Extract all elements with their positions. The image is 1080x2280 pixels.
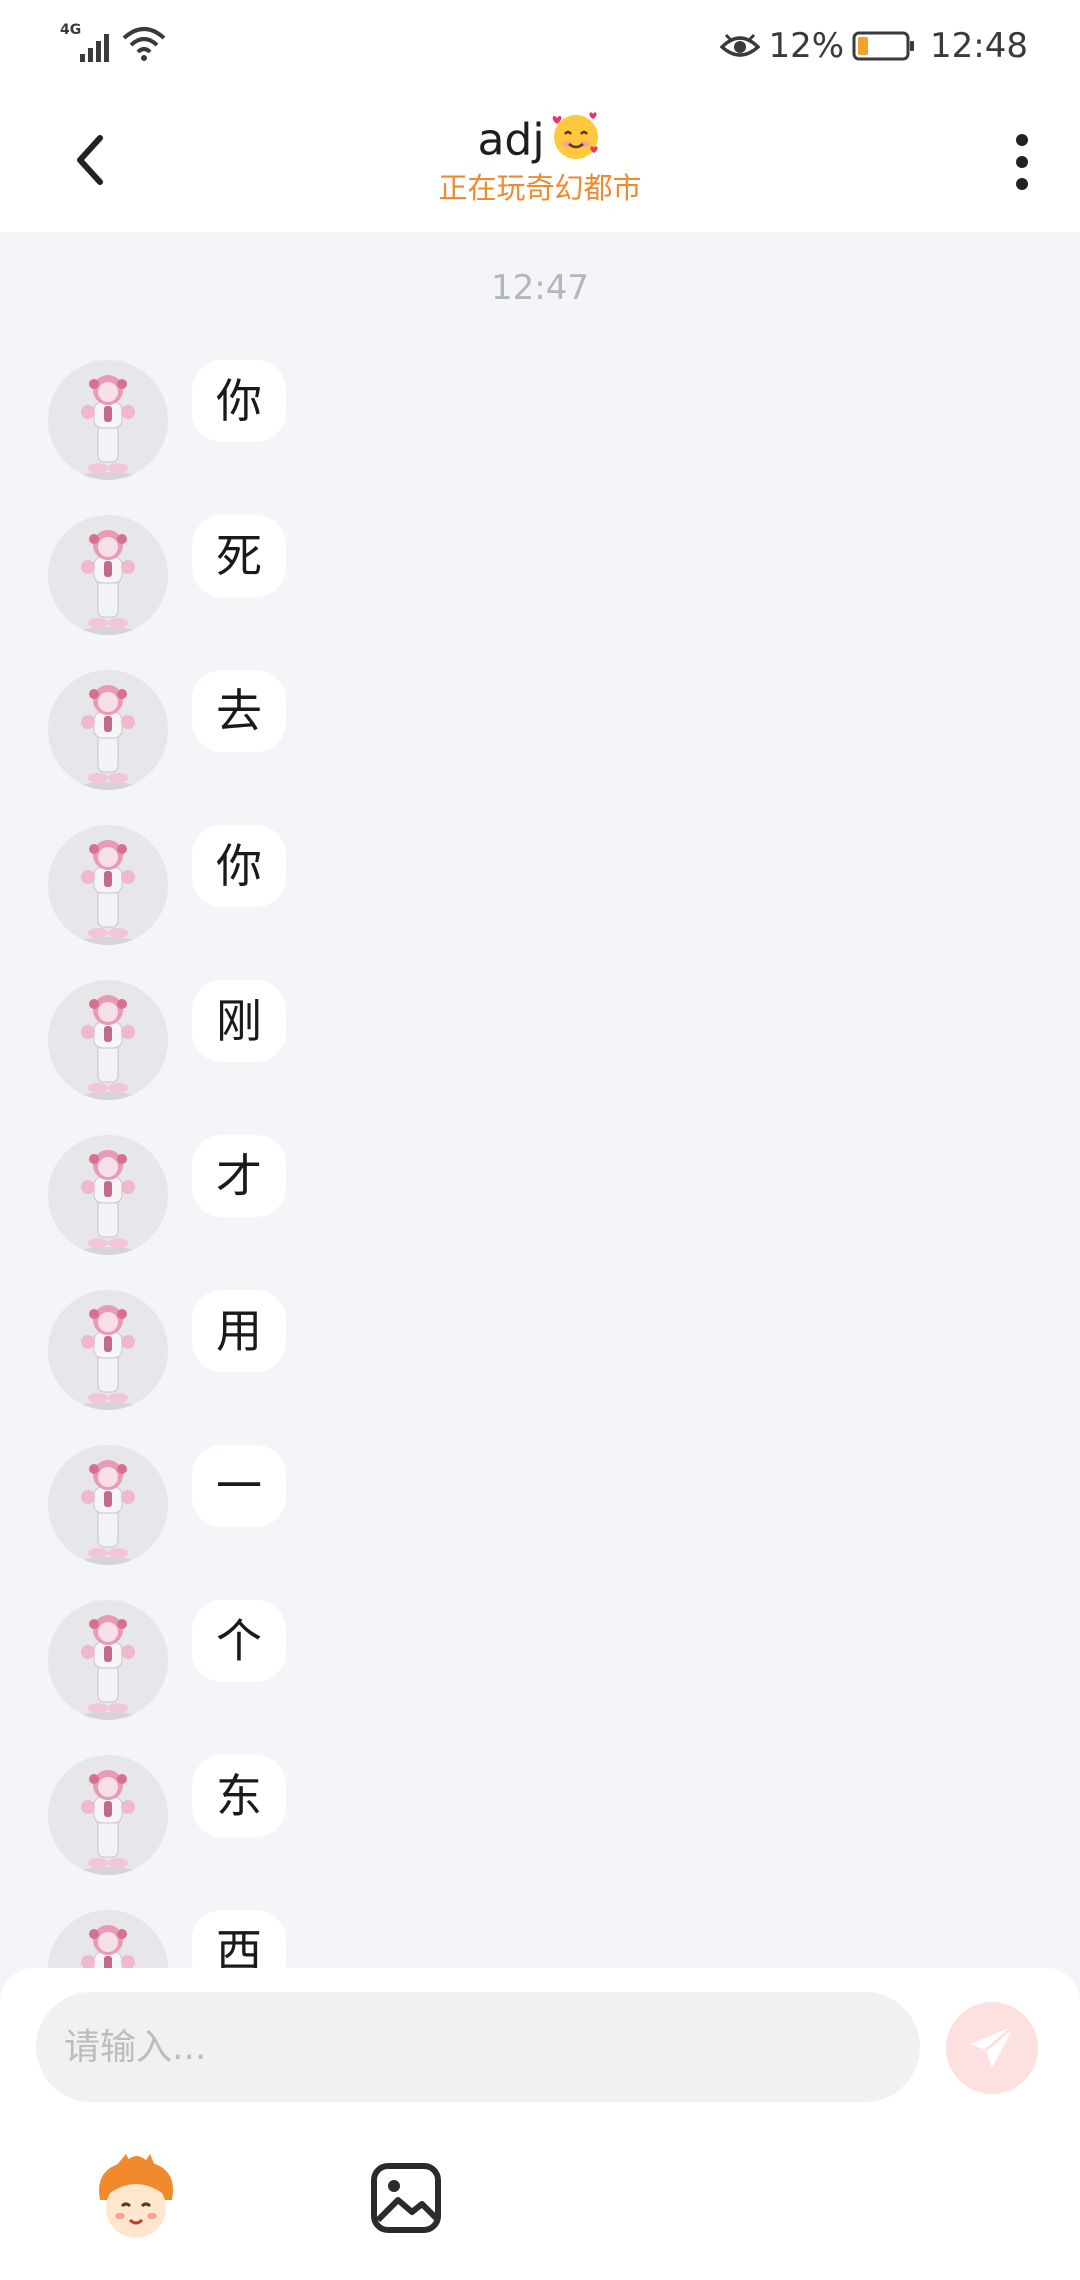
message-bubble[interactable]: 你 [192,825,286,907]
avatar-image [48,1445,168,1565]
mascot-sticker-icon [99,2154,173,2238]
avatar-image [48,515,168,635]
avatar-image [48,670,168,790]
message-bubble[interactable]: 去 [192,670,286,752]
avatar-image [48,1290,168,1410]
message-bubble[interactable]: 刚 [192,980,286,1062]
avatar-image [48,360,168,480]
sender-avatar[interactable] [48,1910,168,1968]
message-row: 你 [0,825,1080,955]
sender-avatar[interactable] [48,360,168,480]
message-list[interactable]: 12:47 你死去你刚才用一个东西 [0,0,1080,1968]
message-bubble[interactable]: 东 [192,1755,286,1837]
message-row: 用 [0,1290,1080,1420]
image-button[interactable] [356,2148,456,2248]
sticker-button[interactable] [86,2148,186,2248]
message-timestamp: 12:47 [491,268,589,308]
avatar-image [48,1135,168,1255]
sender-avatar[interactable] [48,1755,168,1875]
sender-avatar[interactable] [48,1600,168,1720]
chat-screen: 4G 12% 12:48 adj 正在玩奇幻都市 12:47 你 死 去 你 刚… [0,0,1080,2280]
message-input[interactable] [36,1992,920,2102]
message-row: 东 [0,1755,1080,1885]
message-row: 你 [0,360,1080,490]
message-row: 一 [0,1445,1080,1575]
message-bubble[interactable]: 一 [192,1445,286,1527]
message-bubble[interactable]: 个 [192,1600,286,1682]
sender-avatar[interactable] [48,670,168,790]
message-row: 个 [0,1600,1080,1730]
image-icon [371,2163,441,2233]
send-button[interactable] [946,2002,1038,2094]
message-row: 西 [0,1910,1080,1968]
sender-avatar[interactable] [48,515,168,635]
composer-panel [0,1968,1080,2280]
message-row: 才 [0,1135,1080,1265]
avatar-image [48,1910,168,1968]
avatar-image [48,980,168,1100]
message-bubble[interactable]: 用 [192,1290,286,1372]
avatar-image [48,825,168,945]
sender-avatar[interactable] [48,1290,168,1410]
message-bubble[interactable]: 才 [192,1135,286,1217]
sender-avatar[interactable] [48,1135,168,1255]
paper-plane-icon [970,2024,1015,2068]
message-row: 去 [0,670,1080,800]
sender-avatar[interactable] [48,1445,168,1565]
avatar-image [48,1755,168,1875]
message-row: 刚 [0,980,1080,1110]
avatar-image [48,1600,168,1720]
sender-avatar[interactable] [48,980,168,1100]
sender-avatar[interactable] [48,825,168,945]
message-row: 死 [0,515,1080,645]
message-bubble[interactable]: 死 [192,515,286,597]
message-bubble[interactable]: 西 [192,1910,286,1968]
message-bubble[interactable]: 你 [192,360,286,442]
